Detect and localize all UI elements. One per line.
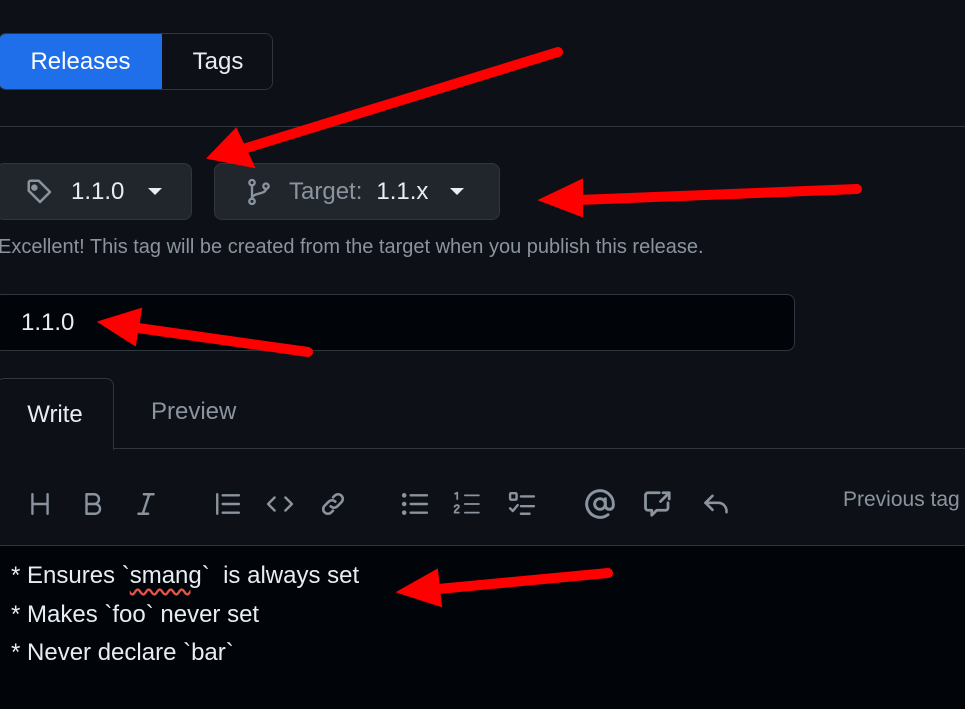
mention-icon bbox=[585, 489, 615, 519]
tab-write-label: Write bbox=[27, 400, 83, 428]
italic-button[interactable] bbox=[128, 486, 164, 522]
ordered-list-button[interactable] bbox=[449, 486, 485, 522]
target-label: Target: bbox=[289, 177, 363, 205]
release-title-value: 1.1.0 bbox=[21, 308, 75, 336]
annotation-arrowhead bbox=[206, 127, 256, 169]
git-branch-icon bbox=[245, 177, 273, 207]
mention-button[interactable] bbox=[582, 486, 618, 522]
cross-reference-icon bbox=[644, 491, 671, 517]
ordered-list-icon bbox=[453, 491, 480, 514]
section-divider bbox=[0, 126, 965, 127]
annotation-arrow bbox=[235, 47, 563, 155]
releases-tab[interactable]: Releases bbox=[0, 34, 162, 89]
target-value: 1.1.x bbox=[376, 177, 429, 205]
quote-button[interactable] bbox=[209, 486, 245, 522]
unordered-list-button[interactable] bbox=[397, 486, 433, 522]
editor-tabs-divider bbox=[0, 448, 965, 449]
body-line-2: * Makes `foo` never set bbox=[11, 601, 260, 628]
releases-tags-toggle: Releases Tags bbox=[0, 33, 273, 90]
link-button[interactable] bbox=[315, 486, 351, 522]
code-button[interactable] bbox=[262, 486, 298, 522]
previous-tag-dropdown[interactable]: Previous tag bbox=[843, 488, 960, 512]
task-list-button[interactable] bbox=[504, 486, 540, 522]
link-icon bbox=[321, 492, 345, 516]
tab-write[interactable]: Write bbox=[0, 378, 114, 450]
tag-value: 1.1.0 bbox=[71, 177, 125, 205]
body-line-3: * Never declare `bar` bbox=[11, 639, 234, 666]
bold-button[interactable] bbox=[75, 486, 111, 522]
target-branch-dropdown[interactable]: Target: 1.1.x bbox=[214, 163, 500, 220]
reply-button[interactable] bbox=[698, 486, 734, 522]
bold-icon bbox=[85, 493, 102, 515]
task-list-icon bbox=[508, 491, 536, 515]
spellcheck-word: smang bbox=[129, 562, 202, 589]
unordered-list-icon bbox=[401, 493, 429, 515]
heading-button[interactable] bbox=[22, 486, 58, 522]
tags-tab[interactable]: Tags bbox=[162, 34, 272, 89]
annotation-arrow bbox=[573, 184, 862, 205]
code-icon bbox=[266, 496, 294, 512]
cross-reference-button[interactable] bbox=[640, 486, 676, 522]
choose-tag-dropdown[interactable]: 1.1.0 bbox=[0, 163, 192, 220]
chevron-down-icon bbox=[450, 188, 465, 195]
annotation-arrowhead bbox=[537, 178, 583, 218]
chevron-down-icon bbox=[148, 188, 163, 195]
reply-icon bbox=[704, 494, 728, 514]
quote-icon bbox=[216, 493, 241, 515]
release-title-input[interactable]: 1.1.0 bbox=[0, 294, 795, 351]
heading-icon bbox=[31, 493, 49, 515]
body-line-1: * Ensures `smang` is always set bbox=[11, 562, 360, 589]
italic-icon bbox=[137, 493, 155, 515]
tag-status-note: Excellent! This tag will be created from… bbox=[0, 236, 704, 258]
tag-icon bbox=[25, 177, 55, 207]
tab-preview[interactable]: Preview bbox=[151, 398, 236, 426]
